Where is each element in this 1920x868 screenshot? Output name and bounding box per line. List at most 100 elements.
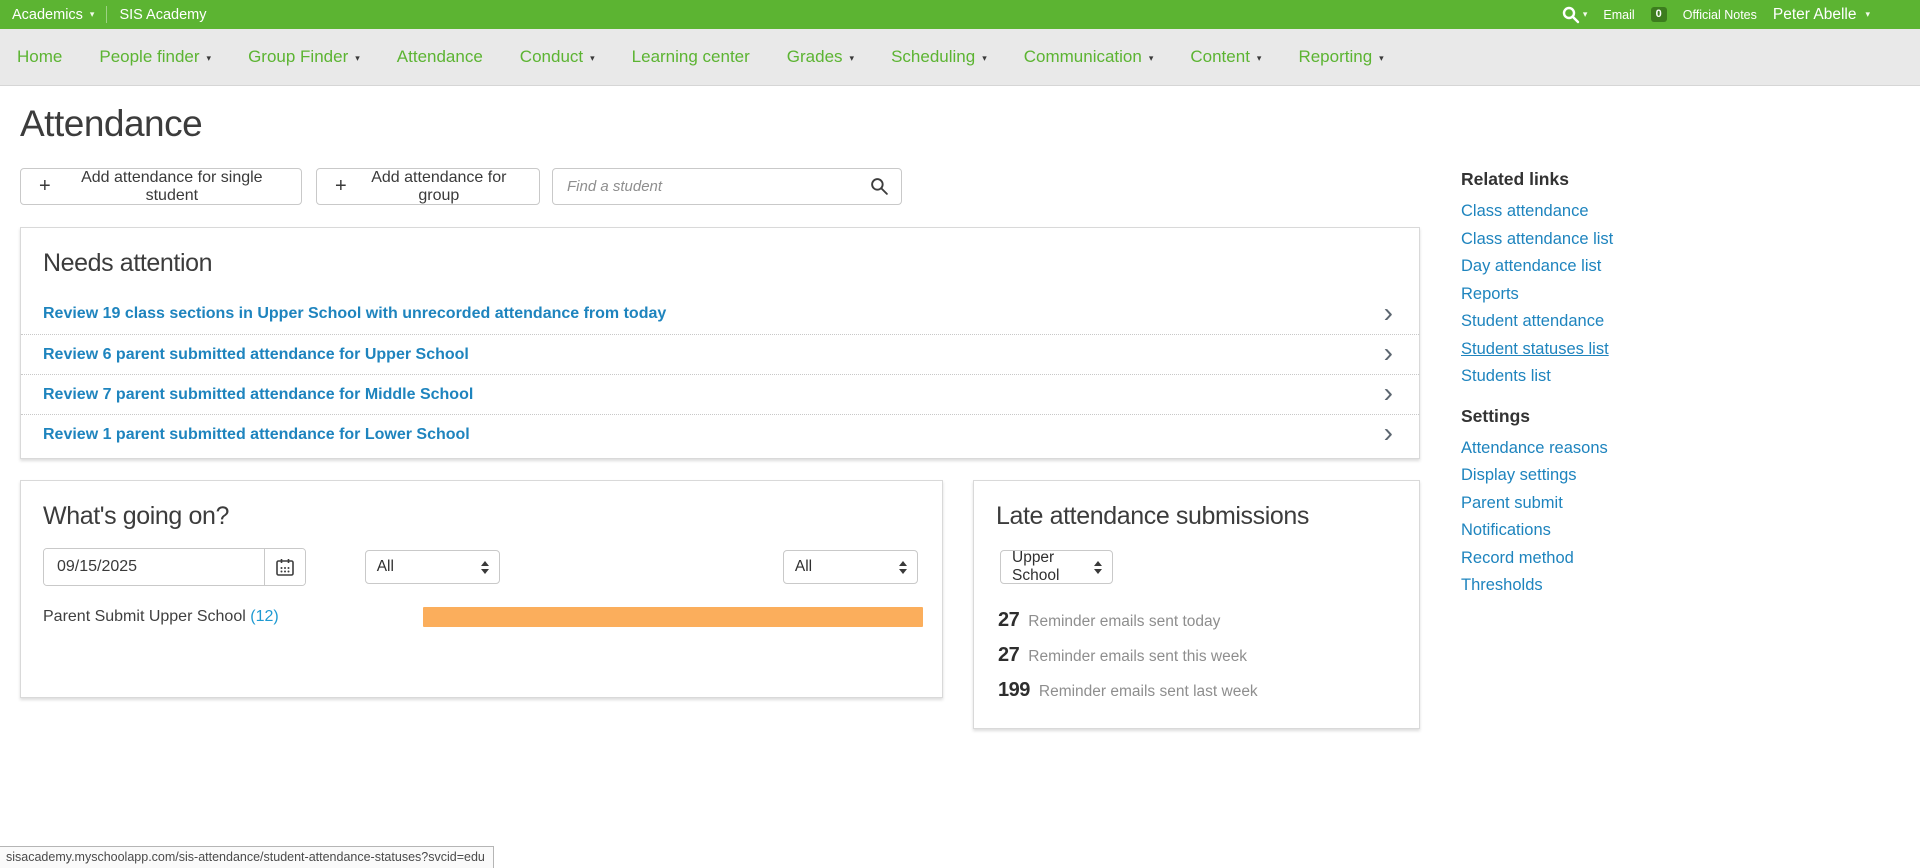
filter2-value: All — [795, 558, 812, 576]
nav-item-label: Conduct — [520, 47, 583, 67]
settings-link[interactable]: Parent submit — [1461, 490, 1881, 518]
related-link[interactable]: Day attendance list — [1461, 253, 1881, 281]
needs-attention-link[interactable]: Review 19 class sections in Upper School… — [43, 305, 666, 323]
related-link[interactable]: Student attendance — [1461, 308, 1881, 336]
nav-item-label: Grades — [787, 47, 843, 67]
divider — [106, 6, 107, 23]
nav-item[interactable]: Content ▾ — [1190, 47, 1261, 67]
academics-menu-label: Academics — [12, 7, 83, 23]
related-link[interactable]: Students list — [1461, 363, 1881, 391]
find-student-input[interactable] — [552, 168, 902, 205]
chevron-right-icon: › — [1384, 423, 1393, 443]
plus-icon: + — [335, 176, 347, 196]
settings-link[interactable]: Notifications — [1461, 517, 1881, 545]
nav-item-label: Group Finder — [248, 47, 348, 67]
caret-down-icon: ▾ — [590, 54, 595, 63]
find-student-searchbox — [552, 168, 902, 205]
needs-attention-row[interactable]: Review 19 class sections in Upper School… — [21, 294, 1419, 334]
nav-item-label: Reporting — [1298, 47, 1372, 67]
settings-link[interactable]: Display settings — [1461, 462, 1881, 490]
bar-count-link[interactable]: (12) — [250, 608, 278, 625]
parent-submit-bar[interactable] — [423, 607, 923, 627]
nav-item[interactable]: Home — [17, 47, 62, 67]
search-icon[interactable] — [870, 177, 889, 196]
academics-menu[interactable]: Academics ▾ — [12, 7, 94, 23]
nav-item[interactable]: Grades ▾ — [787, 47, 854, 67]
settings-link[interactable]: Record method — [1461, 545, 1881, 573]
stat-label: Reminder emails sent last week — [1039, 683, 1258, 701]
page-title: Attendance — [20, 103, 202, 145]
chevron-right-icon: › — [1384, 343, 1393, 363]
nav-item-label: Home — [17, 47, 62, 67]
settings-heading: Settings — [1461, 405, 1881, 427]
filter1-select[interactable]: All — [365, 550, 500, 584]
global-search-button[interactable]: ▾ — [1562, 6, 1588, 24]
needs-attention-panel: Needs attention Review 19 class sections… — [20, 227, 1420, 459]
nav-item[interactable]: Learning center — [632, 47, 750, 67]
related-link[interactable]: Student statuses list — [1461, 336, 1881, 364]
caret-down-icon: ▾ — [1257, 54, 1262, 63]
stat-label: Reminder emails sent this week — [1028, 648, 1247, 666]
add-group-label: Add attendance for group — [357, 169, 521, 205]
nav-item-label: Scheduling — [891, 47, 975, 67]
nav-item[interactable]: Attendance — [397, 47, 483, 67]
needs-attention-title: Needs attention — [21, 228, 1419, 278]
related-link[interactable]: Class attendance list — [1461, 226, 1881, 254]
main-nav: Home People finder ▾ Group Finder ▾ Atte… — [0, 29, 1920, 86]
calendar-button[interactable] — [264, 549, 305, 585]
date-input[interactable] — [44, 549, 264, 585]
top-bar: Academics ▾ SIS Academy ▾ Email 0 Offici… — [0, 0, 1920, 29]
filter2-select[interactable]: All — [783, 550, 918, 584]
add-attendance-single-student-button[interactable]: + Add attendance for single student — [20, 168, 302, 205]
nav-item[interactable]: Scheduling ▾ — [891, 47, 987, 67]
needs-attention-link[interactable]: Review 6 parent submitted attendance for… — [43, 346, 469, 364]
needs-attention-link[interactable]: Review 7 parent submitted attendance for… — [43, 386, 473, 404]
official-notes-link[interactable]: Official Notes — [1683, 8, 1757, 22]
related-link[interactable]: Class attendance — [1461, 198, 1881, 226]
bar-category-label: Parent Submit Upper School — [43, 608, 246, 625]
add-attendance-group-button[interactable]: + Add attendance for group — [316, 168, 540, 205]
related-links-heading: Related links — [1461, 168, 1881, 190]
calendar-icon — [275, 557, 295, 577]
needs-attention-row[interactable]: Review 7 parent submitted attendance for… — [21, 374, 1419, 414]
stat-label: Reminder emails sent today — [1028, 613, 1220, 631]
settings-link[interactable]: Thresholds — [1461, 572, 1881, 600]
needs-attention-row[interactable]: Review 6 parent submitted attendance for… — [21, 334, 1419, 374]
nav-item[interactable]: Reporting ▾ — [1298, 47, 1383, 67]
settings-link[interactable]: Attendance reasons — [1461, 435, 1881, 463]
user-name: Peter Abelle — [1773, 6, 1857, 24]
caret-down-icon: ▾ — [1865, 10, 1870, 19]
whats-going-on-title: What's going on? — [21, 481, 942, 531]
caret-down-icon: ▾ — [1379, 54, 1384, 63]
search-icon — [1562, 6, 1580, 24]
chart-bar-row: Parent Submit Upper School (12) — [43, 607, 942, 627]
stat-row: 199 Reminder emails sent last week — [998, 679, 1419, 702]
school-level-select[interactable]: Upper School — [1000, 550, 1113, 584]
related-link[interactable]: Reports — [1461, 281, 1881, 309]
caret-down-icon: ▾ — [982, 54, 987, 63]
caret-down-icon: ▾ — [850, 54, 855, 63]
stat-row: 27 Reminder emails sent this week — [998, 644, 1419, 667]
nav-item[interactable]: Communication ▾ — [1024, 47, 1154, 67]
nav-item[interactable]: Group Finder ▾ — [248, 47, 360, 67]
nav-item-label: Attendance — [397, 47, 483, 67]
caret-down-icon: ▾ — [1583, 10, 1588, 19]
stat-value: 27 — [998, 644, 1019, 667]
plus-icon: + — [39, 176, 51, 196]
nav-item[interactable]: People finder ▾ — [99, 47, 211, 67]
email-link[interactable]: Email — [1603, 8, 1634, 22]
nav-item[interactable]: Conduct ▾ — [520, 47, 595, 67]
chevron-right-icon: › — [1384, 383, 1393, 403]
late-submissions-panel: Late attendance submissions Upper School… — [973, 480, 1420, 729]
stat-value: 27 — [998, 609, 1019, 632]
caret-down-icon: ▾ — [1149, 54, 1154, 63]
whats-going-on-panel: What's going on? All All — [20, 480, 943, 698]
chevron-right-icon: › — [1384, 303, 1393, 323]
user-menu[interactable]: Peter Abelle ▾ — [1773, 6, 1870, 24]
related-links-sidebar: Related links Class attendanceClass atte… — [1461, 168, 1881, 600]
needs-attention-row[interactable]: Review 1 parent submitted attendance for… — [21, 414, 1419, 454]
nav-item-label: Learning center — [632, 47, 750, 67]
needs-attention-link[interactable]: Review 1 parent submitted attendance for… — [43, 426, 470, 444]
stat-row: 27 Reminder emails sent today — [998, 609, 1419, 632]
nav-item-label: Content — [1190, 47, 1250, 67]
